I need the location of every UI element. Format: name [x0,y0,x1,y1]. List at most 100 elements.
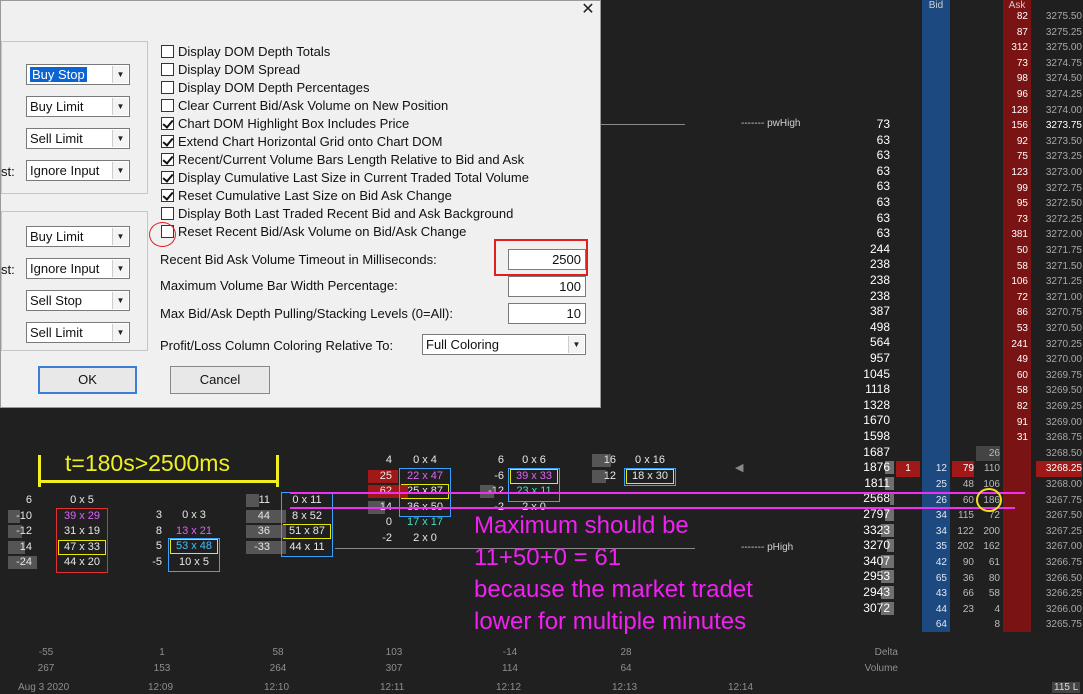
footprint-cell: 13 x 21 [175,524,213,537]
annotation-line-2: 11+50+0 = 61 [474,544,622,571]
order-type-select[interactable]: Buy Limit ▼ [26,96,130,117]
delta-value: -10 [16,509,32,522]
checkbox-row[interactable]: Display DOM Depth Totals [161,44,330,61]
price-level[interactable]: 3273.75 [1036,118,1082,134]
order-type-select[interactable]: Ignore Input ▼ [26,258,130,279]
price-level[interactable]: 3272.75 [1036,181,1082,197]
price-level[interactable]: 3270.75 [1036,305,1082,321]
price-level[interactable]: 3265.75 [1036,617,1082,633]
ok-button[interactable]: OK [38,366,137,394]
price-level[interactable]: 3269.50 [1036,383,1082,399]
checkbox-row[interactable]: Reset Cumulative Last Size on Bid Ask Ch… [161,188,452,205]
order-type-select[interactable]: Buy Limit ▼ [26,226,130,247]
price-level[interactable]: 3271.50 [1036,259,1082,275]
price-level[interactable]: 3266.25 [1036,586,1082,602]
bid-size: 43 [935,588,947,600]
ask-size: 87 [1016,26,1028,38]
ask-size: 58 [1016,260,1028,272]
price-level[interactable]: 3270.25 [1036,337,1082,353]
checkbox[interactable] [161,81,174,94]
price-level[interactable]: 3268.25 [1036,461,1082,477]
price-level[interactable]: 3274.75 [1036,56,1082,72]
price-level[interactable]: 3266.50 [1036,571,1082,587]
price-level[interactable]: 3275.25 [1036,25,1082,41]
price-level[interactable]: 3271.25 [1036,274,1082,290]
price-level[interactable]: 3269.00 [1036,415,1082,431]
checkbox-row[interactable]: Chart DOM Highlight Box Includes Price [161,116,409,133]
checkbox-row[interactable]: Display DOM Depth Percentages [161,80,369,97]
price-level[interactable]: 3274.00 [1036,103,1082,119]
checkbox[interactable] [161,117,174,130]
checkbox[interactable] [161,63,174,76]
price-level[interactable]: 3271.75 [1036,243,1082,259]
checkbox[interactable] [161,45,174,58]
checkbox-row[interactable]: Recent/Current Volume Bars Length Relati… [161,152,524,169]
price-level[interactable]: 3273.25 [1036,149,1082,165]
price-level[interactable]: 3272.00 [1036,227,1082,243]
chevron-down-icon: ▼ [568,336,584,353]
footprint-box [168,538,220,573]
cancel-button[interactable]: Cancel [170,366,270,394]
depth-levels-input[interactable]: 10 [508,303,586,324]
checkbox-label: Display DOM Spread [178,62,301,77]
settings-dialog[interactable]: ✕ st: st: Buy Stop ▼ Buy Limit ▼ Sell Limit ▼… [0,0,601,408]
order-type-select[interactable]: Sell Stop ▼ [26,290,130,311]
volume-value: 3323 [863,522,890,537]
coloring-select[interactable]: Full Coloring ▼ [422,334,586,355]
delta-value: -2 [382,532,392,544]
order-type-select[interactable]: Buy Stop ▼ [26,64,130,85]
price-level[interactable]: 3273.50 [1036,134,1082,150]
volume-value: 1670 [863,413,890,428]
price-level[interactable]: 3272.50 [1036,196,1082,212]
checkbox[interactable] [161,189,174,202]
max-volume-width-input[interactable]: 100 [508,276,586,297]
order-type-select[interactable]: Sell Limit ▼ [26,128,130,149]
price-level[interactable]: 3267.75 [1036,493,1082,509]
price-level[interactable]: 3271.00 [1036,290,1082,306]
checkbox[interactable] [161,99,174,112]
price-level[interactable]: 3275.00 [1036,40,1082,56]
price-level[interactable]: 3269.25 [1036,399,1082,415]
left-label-fragment-2: st: [1,262,15,277]
price-level[interactable]: 3270.00 [1036,352,1082,368]
time-axis-label: 12:12 [496,682,522,693]
bid-recent: 115 [958,510,974,522]
order-type-select[interactable]: Ignore Input ▼ [26,160,130,181]
close-button[interactable]: ✕ [577,1,599,19]
price-level[interactable]: 3268.50 [1036,446,1082,462]
price-level[interactable]: 3268.75 [1036,430,1082,446]
price-level[interactable]: 3267.25 [1036,524,1082,540]
checkbox[interactable] [161,135,174,148]
footprint-cell: 0 x 16 [635,454,665,466]
checkbox-row[interactable]: Clear Current Bid/Ask Volume on New Posi… [161,98,448,115]
price-level[interactable]: 3266.75 [1036,555,1082,571]
time-axis-label: 12:09 [148,682,174,693]
price-level[interactable]: 3267.00 [1036,539,1082,555]
price-level[interactable]: 3266.00 [1036,602,1082,618]
volume-value: 63 [876,226,890,241]
ask-size: 75 [1016,151,1028,163]
order-type-select[interactable]: Sell Limit ▼ [26,322,130,343]
price-level[interactable]: 3269.75 [1036,368,1082,384]
chevron-down-icon: ▼ [112,162,128,179]
price-level[interactable]: 3267.50 [1036,508,1082,524]
checkbox-row[interactable]: Reset Recent Bid/Ask Volume on Bid/Ask C… [161,224,466,241]
chevron-down-icon: ▼ [112,324,128,341]
checkbox[interactable] [161,153,174,166]
checkbox-row[interactable]: Display DOM Spread [161,62,300,79]
price-level[interactable]: 3274.50 [1036,71,1082,87]
volume-value: 2943 [863,585,890,599]
checkbox-row[interactable]: Display Cumulative Last Size in Current … [161,170,529,187]
price-level[interactable]: 3268.00 [1036,477,1082,493]
price-level[interactable]: 3275.50 [1036,9,1082,25]
price-level[interactable]: 3270.50 [1036,321,1082,337]
price-level[interactable]: 3272.25 [1036,212,1082,228]
price-level[interactable]: 3273.00 [1036,165,1082,181]
time-axis-label: 12:14 [728,682,754,693]
checkbox[interactable] [161,207,174,220]
checkbox-row[interactable]: Display Both Last Traded Recent Bid and … [161,206,513,223]
checkbox[interactable] [161,171,174,184]
volume-label: Volume [864,663,898,674]
checkbox-row[interactable]: Extend Chart Horizontal Grid onto Chart … [161,134,442,151]
price-level[interactable]: 3274.25 [1036,87,1082,103]
